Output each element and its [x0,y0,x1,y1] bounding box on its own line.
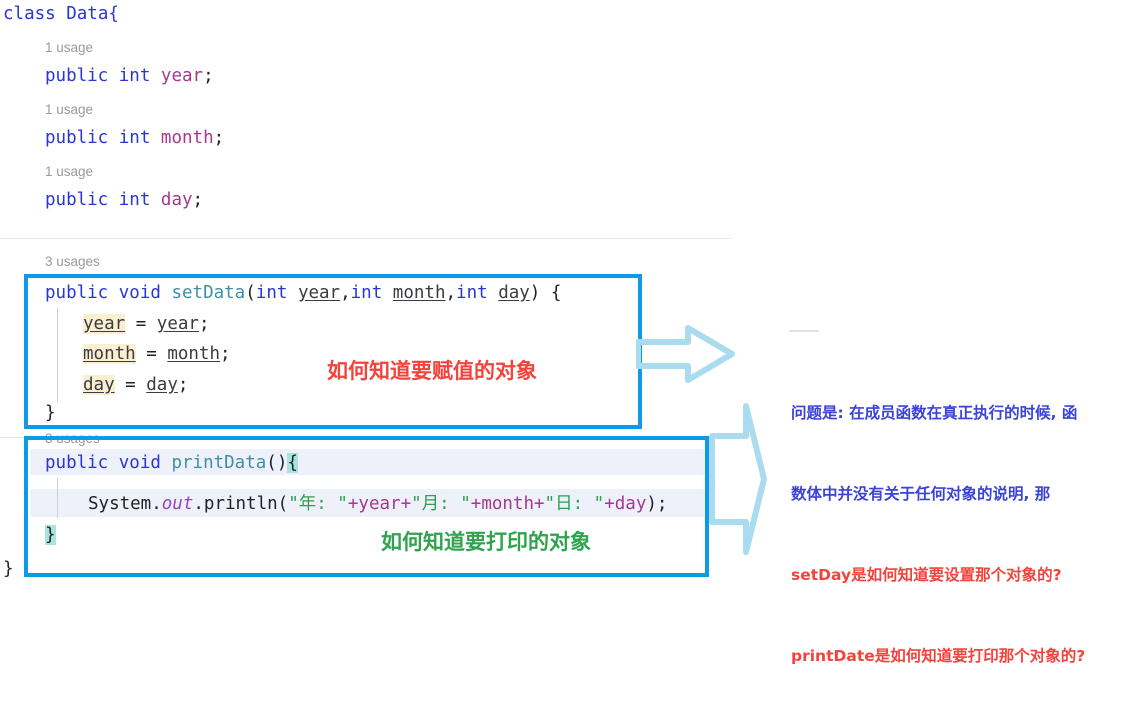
side-note-line-4: printDate是如何知道要打印那个对象的? [791,647,1086,665]
block-arrow-right-icon-2 [709,403,767,555]
highlight-box-setdata [24,274,642,429]
highlight-box-printdata [24,436,709,577]
keyword-class: class Data{ [3,4,119,24]
field-name-day: day [160,190,193,210]
keyword-public: public [45,128,109,148]
keyword-int: int [118,66,151,86]
side-note-line-2: 数体中并没有关于任何对象的说明, 那 [791,485,1051,503]
usage-label-year[interactable]: 1 usage [45,41,93,55]
field-declaration-year: public int year; [45,66,214,86]
usage-label-month[interactable]: 1 usage [45,103,93,117]
member-separator-1 [0,238,732,239]
screenshot-root: class Data{ 1 usage public int year; 1 u… [0,0,1146,665]
side-note-line-3: setDay是如何知道要设置那个对象的? [791,566,1062,584]
usage-label-setdata[interactable]: 3 usages [45,255,100,269]
keyword-public: public [45,190,109,210]
field-declaration-day: public int day; [45,190,204,210]
class-declaration-line: class Data{ [3,4,119,24]
side-note-line-1: 问题是: 在成员函数在真正执行的时候, 函 [791,404,1078,422]
block-arrow-right-icon-1 [636,325,735,383]
side-note-block: 问题是: 在成员函数在真正执行的时候, 函 数体中并没有关于任何对象的说明, 那… [791,346,1143,724]
keyword-int: int [118,128,151,148]
field-name-year: year [160,66,204,86]
side-note-rule [789,330,819,332]
annotation-setdata-question: 如何知道要赋值的对象 [327,358,537,383]
usage-label-day[interactable]: 1 usage [45,165,93,179]
semicolon: ; [203,66,214,86]
semicolon: ; [213,128,225,148]
annotation-printdata-question: 如何知道要打印的对象 [381,529,591,554]
semicolon: ; [192,190,204,210]
class-close-brace: } [3,559,14,579]
keyword-public: public [45,66,109,86]
keyword-int: int [118,190,151,210]
field-name-month: month [160,128,214,148]
field-declaration-month: public int month; [45,128,225,148]
